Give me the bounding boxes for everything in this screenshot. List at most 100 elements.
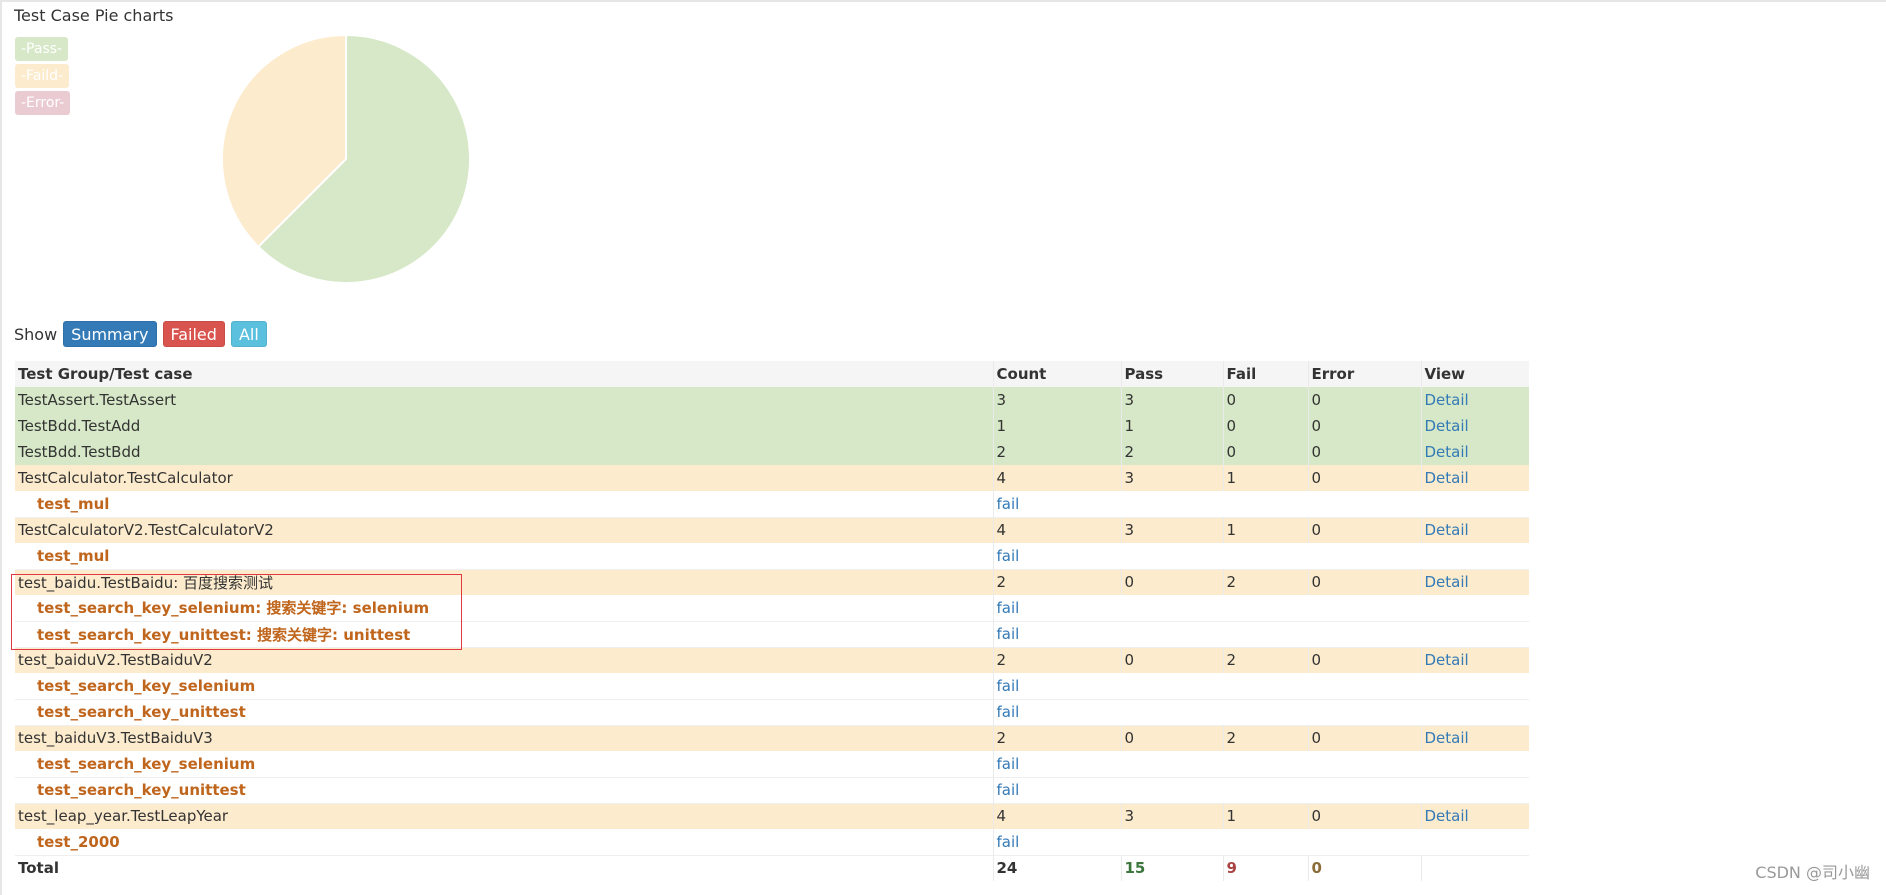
group-fail: 0: [1222, 387, 1308, 413]
group-count: 1: [992, 413, 1121, 439]
test-group-row: test_baidu.TestBaidu: 百度搜索测试 2 0 2 0 Detail: [15, 569, 1529, 595]
group-count: 2: [992, 725, 1121, 751]
detail-link[interactable]: Detail: [1425, 443, 1469, 461]
group-name: test_leap_year.TestLeapYear: [18, 807, 229, 826]
group-count: 2: [992, 647, 1121, 673]
group-fail: 1: [1222, 803, 1308, 829]
test-case-result-cell: fail: [992, 777, 1529, 803]
group-pass: 3: [1120, 803, 1223, 829]
group-view: Detail: [1420, 517, 1529, 543]
test-case-name: test_search_key_unittest: 搜索关键字: unittes…: [37, 625, 411, 644]
fail-result-link[interactable]: fail: [997, 703, 1020, 721]
group-error: 0: [1307, 647, 1421, 673]
test-case-result-cell: fail: [992, 699, 1529, 725]
top-border: [0, 0, 1886, 2]
test-case-result-cell: fail: [992, 621, 1529, 647]
show-filter-bar: Show Summary Failed All: [14, 321, 273, 347]
group-count: 2: [992, 439, 1121, 465]
group-fail: 1: [1222, 517, 1308, 543]
test-case-result-cell: fail: [992, 491, 1529, 517]
test-case-name: test_search_key_unittest: [37, 703, 246, 721]
group-count: 2: [992, 569, 1121, 595]
group-count: 3: [992, 387, 1121, 413]
fail-result-link[interactable]: fail: [997, 781, 1020, 799]
group-pass: 0: [1120, 725, 1223, 751]
group-error: 0: [1307, 413, 1421, 439]
group-view: Detail: [1420, 439, 1529, 465]
test-case-name: test_mul: [37, 546, 110, 565]
group-error: 0: [1307, 439, 1421, 465]
group-name: TestBdd.TestBdd: [18, 443, 141, 461]
test-group-row: TestBdd.TestAdd 1 1 0 0 Detail: [15, 413, 1529, 439]
test-case-row: test_mul fail: [15, 543, 1529, 569]
fail-result-link[interactable]: fail: [997, 833, 1020, 851]
group-error: 0: [1307, 569, 1421, 595]
total-row: Total 24 15 9 0: [15, 855, 1529, 881]
test-case-row: test_search_key_unittest fail: [15, 777, 1529, 803]
detail-link[interactable]: Detail: [1425, 417, 1469, 435]
header-count: Count: [992, 361, 1121, 387]
total-fail: 9: [1222, 855, 1308, 881]
group-fail: 0: [1222, 439, 1308, 465]
detail-link[interactable]: Detail: [1425, 521, 1469, 539]
group-view: Detail: [1420, 569, 1529, 595]
group-name: test_baiduV2.TestBaiduV2: [18, 651, 213, 670]
left-border: [0, 0, 2, 895]
legend-pass: -Pass-: [15, 37, 69, 61]
group-fail: 2: [1222, 569, 1308, 595]
group-name: TestAssert.TestAssert: [18, 391, 177, 409]
test-case-name: test_search_key_unittest: [37, 781, 246, 799]
group-view: Detail: [1420, 647, 1529, 673]
legend-failed: -Faild-: [15, 64, 70, 88]
fail-result-link[interactable]: fail: [997, 625, 1020, 643]
detail-link[interactable]: Detail: [1425, 391, 1469, 409]
test-group-row: TestCalculator.TestCalculator 4 3 1 0 Detail: [15, 465, 1529, 491]
fail-result-link[interactable]: fail: [997, 677, 1020, 695]
detail-link[interactable]: Detail: [1425, 729, 1469, 747]
test-group-row: test_baiduV2.TestBaiduV2 2 0 2 0 Detail: [15, 647, 1529, 673]
group-pass: 3: [1120, 465, 1223, 491]
test-case-name: test_search_key_selenium: 搜索关键字: seleniu…: [37, 599, 430, 618]
total-label: Total: [18, 859, 59, 878]
test-case-result-cell: fail: [992, 829, 1529, 855]
header-pass: Pass: [1120, 361, 1223, 387]
header-fail: Fail: [1222, 361, 1308, 387]
test-case-result-cell: fail: [992, 595, 1529, 621]
group-name: test_baidu.TestBaidu: 百度搜索测试: [18, 573, 274, 592]
group-pass: 0: [1120, 647, 1223, 673]
test-group-row: test_leap_year.TestLeapYear 4 3 1 0 Detail: [15, 803, 1529, 829]
test-case-row: test_search_key_selenium fail: [15, 751, 1529, 777]
test-group-row: TestBdd.TestBdd 2 2 0 0 Detail: [15, 439, 1529, 465]
fail-result-link[interactable]: fail: [997, 547, 1020, 565]
test-case-name: test_search_key_selenium: [37, 676, 256, 695]
detail-link[interactable]: Detail: [1425, 807, 1469, 825]
fail-result-link[interactable]: fail: [997, 495, 1020, 513]
group-pass: 3: [1120, 387, 1223, 413]
pie-legend: -Pass- -Faild- -Error-: [15, 37, 71, 118]
group-count: 4: [992, 517, 1121, 543]
total-pass: 15: [1120, 855, 1223, 881]
test-case-result-cell: fail: [992, 751, 1529, 777]
fail-result-link[interactable]: fail: [997, 599, 1020, 617]
group-fail: 0: [1222, 413, 1308, 439]
detail-link[interactable]: Detail: [1425, 469, 1469, 487]
detail-link[interactable]: Detail: [1425, 651, 1469, 669]
table-header-row: Test Group/Test case Count Pass Fail Err…: [15, 361, 1529, 387]
test-case-row: test_2000 fail: [15, 829, 1529, 855]
test-group-row: TestAssert.TestAssert 3 3 0 0 Detail: [15, 387, 1529, 413]
group-pass: 1: [1120, 413, 1223, 439]
csdn-watermark: CSDN @司小幽: [1755, 863, 1870, 882]
test-group-row: TestCalculatorV2.TestCalculatorV2 4 3 1 0 Det…: [15, 517, 1529, 543]
failed-button[interactable]: Failed: [162, 321, 225, 347]
summary-button[interactable]: Summary: [63, 321, 157, 347]
group-count: 4: [992, 465, 1121, 491]
fail-result-link[interactable]: fail: [997, 755, 1020, 773]
group-error: 0: [1307, 465, 1421, 491]
test-case-result-cell: fail: [992, 673, 1529, 699]
group-view: Detail: [1420, 725, 1529, 751]
total-count: 24: [992, 855, 1121, 881]
all-button[interactable]: All: [230, 321, 267, 347]
detail-link[interactable]: Detail: [1425, 573, 1469, 591]
group-name: TestBdd.TestAdd: [18, 417, 141, 435]
group-name: test_baiduV3.TestBaiduV3: [18, 729, 213, 748]
